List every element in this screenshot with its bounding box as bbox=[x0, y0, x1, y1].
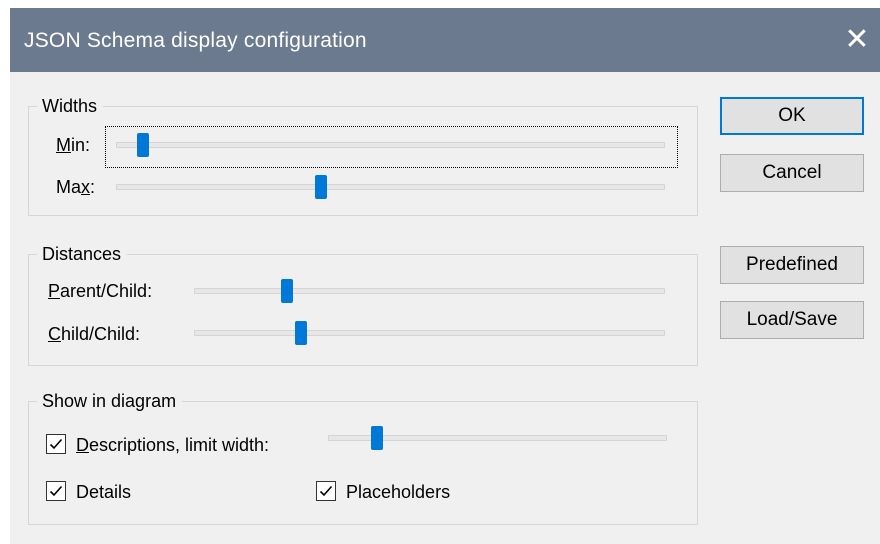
widths-legend: Widths bbox=[37, 95, 104, 117]
max-label: Max: bbox=[56, 177, 96, 197]
placeholders-checkbox[interactable] bbox=[316, 481, 336, 501]
slider-track bbox=[194, 288, 665, 294]
slider-track bbox=[116, 142, 665, 148]
ok-button[interactable]: OK bbox=[720, 97, 864, 135]
dialog-title: JSON Schema display configuration bbox=[24, 29, 367, 52]
cancel-button[interactable]: Cancel bbox=[720, 154, 864, 192]
show-in-diagram-group: Show in diagram bbox=[28, 390, 698, 525]
child-child-label: Child/Child: bbox=[48, 324, 141, 344]
slider-track bbox=[116, 184, 665, 190]
slider-thumb[interactable] bbox=[314, 175, 327, 199]
placeholders-label[interactable]: Placeholders bbox=[346, 481, 450, 503]
details-checkbox[interactable] bbox=[46, 481, 66, 501]
slider-track bbox=[194, 330, 665, 336]
show-in-diagram-legend: Show in diagram bbox=[37, 390, 183, 412]
slider-thumb[interactable] bbox=[370, 426, 383, 450]
slider-thumb[interactable] bbox=[281, 279, 294, 303]
check-icon bbox=[49, 438, 63, 450]
title-bar: JSON Schema display configuration ✕ bbox=[10, 8, 880, 72]
predefined-button[interactable]: Predefined bbox=[720, 246, 864, 284]
descriptions-label[interactable]: Descriptions, limit width: bbox=[76, 434, 269, 456]
distances-legend: Distances bbox=[37, 243, 128, 265]
slider-thumb[interactable] bbox=[294, 321, 307, 345]
load-save-button[interactable]: Load/Save bbox=[720, 301, 864, 339]
details-label[interactable]: Details bbox=[76, 481, 131, 503]
min-label: Min: bbox=[56, 135, 91, 155]
parent-child-label: Parent/Child: bbox=[48, 281, 153, 301]
close-icon[interactable]: ✕ bbox=[834, 8, 880, 72]
check-icon bbox=[319, 485, 333, 497]
distances-group: Distances bbox=[28, 243, 698, 366]
dialog: JSON Schema display configuration ✕ Widt… bbox=[10, 8, 880, 544]
slider-thumb[interactable] bbox=[137, 133, 150, 157]
descriptions-checkbox[interactable] bbox=[46, 434, 66, 454]
check-icon bbox=[49, 485, 63, 497]
